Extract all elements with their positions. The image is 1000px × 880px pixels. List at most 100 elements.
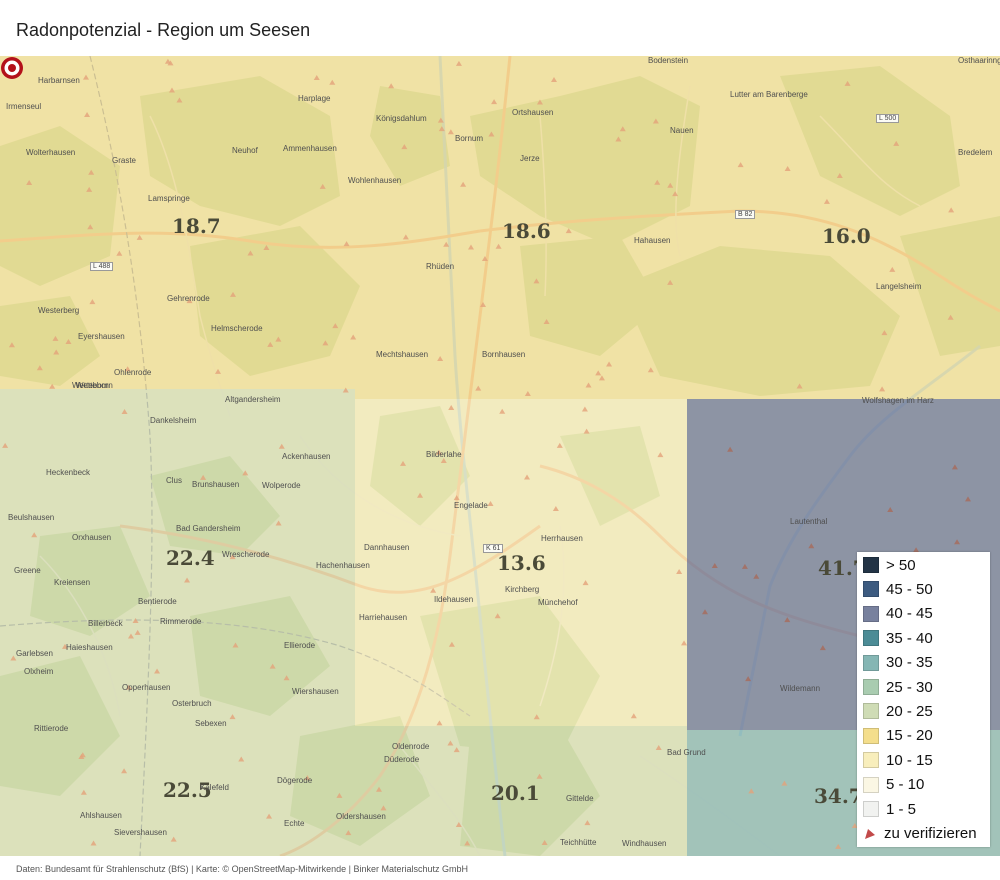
legend-label: 25 - 30: [886, 678, 933, 696]
place-label: Herrhausen: [541, 534, 583, 543]
place-label: Dankelsheim: [150, 416, 197, 425]
place-label: Heckenbeck: [46, 468, 91, 477]
legend-label: zu verifizieren: [884, 824, 977, 842]
legend: > 50 45 - 50 40 - 45 35 - 40 30 - 35 25 - 30 2…: [857, 552, 990, 847]
place-label: Bornum: [455, 134, 484, 143]
place-label: Bad Grund: [667, 748, 706, 757]
map-title: Radonpotenzial - Region um Seesen: [16, 20, 311, 40]
place-label: Hachenhausen: [316, 561, 370, 570]
place-label: Wolterhausen: [26, 148, 76, 157]
place-label: Hahausen: [634, 236, 671, 245]
place-label: Orxhausen: [72, 533, 112, 542]
legend-swatch: [863, 679, 879, 695]
place-label: Rhüden: [426, 262, 455, 271]
sample-point-markers: [2, 58, 972, 849]
place-label: Ellierode: [284, 641, 316, 650]
place-label: Bredelem: [958, 148, 993, 157]
legend-swatch: [863, 727, 879, 744]
place-label: Billerbeck: [88, 619, 123, 628]
place-label: Opperhausen: [122, 683, 171, 692]
legend-item: 35 - 40: [863, 628, 933, 648]
cell-value-label: 18.6: [502, 219, 551, 243]
legend-label: > 50: [886, 556, 916, 574]
cell-value-label: 13.6: [497, 551, 546, 575]
place-label: Rimmerode: [160, 617, 202, 626]
location-marker-icon[interactable]: [0, 56, 24, 80]
place-label: Kreiensen: [54, 578, 91, 587]
place-label: Harbarnsen: [38, 76, 80, 85]
place-label: Mechtshausen: [376, 350, 429, 359]
legend-label: 15 - 20: [886, 727, 933, 745]
legend-swatch: [863, 581, 879, 598]
cell-value-label: 16.0: [822, 224, 871, 248]
legend-swatch: [863, 605, 879, 622]
place-label: Oldershausen: [336, 812, 386, 821]
place-label: Olxheim: [24, 667, 54, 676]
legend-item: 40 - 45: [863, 604, 933, 624]
place-label: Neuhof: [232, 146, 258, 155]
cell-value-label: 18.7: [172, 214, 221, 238]
legend-swatch: [863, 630, 879, 647]
place-label: Sievershausen: [114, 828, 167, 837]
legend-swatch: [863, 654, 879, 671]
place-label: Teichhütte: [560, 838, 597, 847]
road-number-label: L 500: [876, 114, 900, 123]
place-label: Kirchberg: [505, 585, 540, 594]
attribution-footer: Daten: Bundesamt für Strahlenschutz (BfS…: [16, 864, 468, 874]
place-label: Eyershausen: [78, 332, 125, 341]
legend-item: zu verifizieren: [863, 823, 977, 843]
legend-swatch: [863, 557, 879, 573]
legend-item: 1 - 5: [863, 799, 916, 819]
place-label: Helmscherode: [211, 324, 263, 333]
legend-label: 35 - 40: [886, 629, 933, 647]
place-label: Beulshausen: [8, 513, 55, 522]
place-label: Gehrenrode: [167, 294, 210, 303]
place-label: Osthaarinngen: [958, 56, 1000, 65]
place-label: Irmenseul: [6, 102, 42, 111]
legend-label: 20 - 25: [886, 702, 933, 720]
place-label: Engelade: [454, 501, 488, 510]
place-label: Osterbruch: [172, 699, 212, 708]
legend-label: 45 - 50: [886, 580, 933, 598]
cell-value-label: 22.4: [166, 546, 215, 570]
place-label: Bentierode: [138, 597, 177, 606]
legend-item: 25 - 30: [863, 677, 933, 697]
place-label: Wolfshagen im Harz: [862, 396, 934, 405]
legend-item: 10 - 15: [863, 750, 933, 770]
verify-triangle-icon: [865, 829, 875, 840]
place-label: Düderode: [384, 755, 420, 764]
place-label: Harplage: [298, 94, 331, 103]
place-label: Gittelde: [566, 794, 594, 803]
legend-label: 1 - 5: [886, 800, 917, 818]
legend-item: 45 - 50: [863, 579, 933, 599]
cell-value-label: 20.1: [491, 781, 540, 805]
place-label: Westerberg: [38, 306, 80, 315]
place-label: Ortshausen: [512, 108, 554, 117]
legend-item: 15 - 20: [863, 726, 933, 746]
place-label: Haieshausen: [66, 643, 113, 652]
place-label: Dannhausen: [364, 543, 410, 552]
place-label: Nauen: [670, 126, 694, 135]
place-label: Clus: [166, 476, 183, 485]
legend-label: 5 - 10: [886, 776, 925, 794]
road-number-label: B 82: [735, 210, 756, 219]
map-canvas[interactable]: 18.7 18.6 16.0 22.4 13.6 41.7 22.5 20.1 34.7 Har…: [0, 56, 1000, 856]
place-label: Ohlenrode: [114, 368, 152, 377]
place-label: Dögerode: [277, 776, 313, 785]
place-label: Ildehausen: [434, 595, 474, 604]
place-label: Kalefeld: [200, 783, 229, 792]
legend-label: 10 - 15: [886, 751, 933, 769]
legend-swatch: [863, 776, 879, 793]
place-label: Bilderlahe: [426, 450, 462, 459]
place-label: Harriehausen: [359, 613, 408, 622]
place-label: Königsdahlum: [376, 114, 427, 123]
legend-swatch: [863, 801, 879, 817]
legend-swatch: [863, 752, 879, 769]
place-label: Wohlenhausen: [348, 176, 402, 185]
place-label: Jerze: [520, 154, 540, 163]
legend-item: 30 - 35: [863, 653, 933, 673]
place-label: Lautenthal: [790, 517, 828, 526]
place-label: Lamspringe: [148, 194, 190, 203]
legend-label: 30 - 35: [886, 654, 933, 672]
place-label: Ahlshausen: [80, 811, 122, 820]
